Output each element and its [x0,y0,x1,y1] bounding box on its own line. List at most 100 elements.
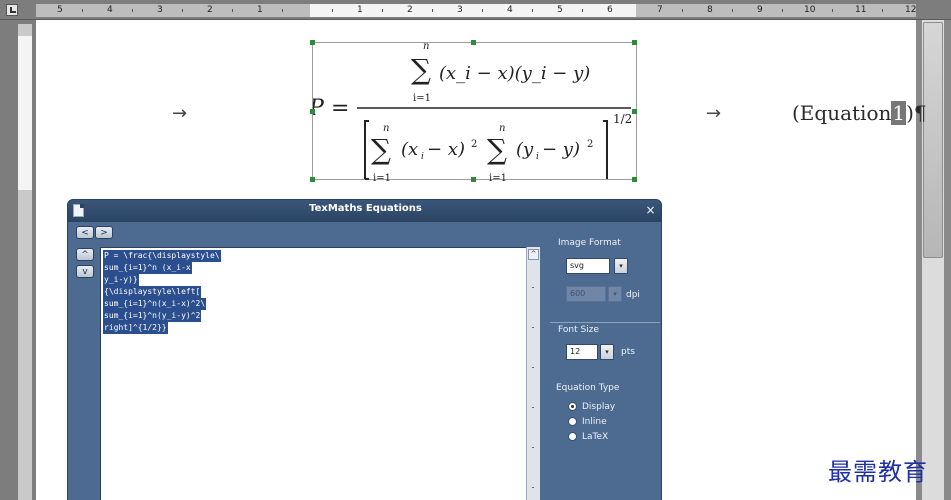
dpi-dropdown-icon: ▾ [608,286,622,302]
dialog-title: TexMaths Equations [309,203,422,214]
ruler-number: 4 [507,5,513,15]
radio-button[interactable] [568,417,577,426]
vertical-ruler-text-area [18,36,32,190]
writer-window: 5 4 3 2 1 1 2 3 4 5 6 7 8 9 10 11 12 → →… [0,0,951,500]
radio-latex[interactable]: LaTeX [568,431,658,443]
svg-text:− y): − y) [542,139,580,160]
group-separator [550,322,660,323]
equation-label-suffix: ) [906,101,914,125]
ruler-number: 10 [804,5,816,15]
ruler-number: 1 [357,5,363,15]
font-size-dropdown-icon[interactable]: ▾ [600,344,614,360]
ruler-tick [282,9,283,12]
ruler-number: 8 [707,5,713,15]
ruler-tick [132,9,133,12]
svg-text:∑: ∑ [371,133,391,166]
scroll-mark [532,447,534,448]
equation-number-field[interactable]: 1 [891,101,907,125]
resize-handle[interactable] [632,40,637,45]
history-down-button[interactable]: v [76,265,94,278]
options-panel: Image Format svg ▾ 600 ▾ dpi Font Size 1… [546,230,661,500]
dialog-titlebar[interactable]: TexMaths Equations × [68,200,661,222]
equation-number-label: (Equation1)¶ [792,101,927,125]
image-format-dropdown-icon[interactable]: ▾ [614,258,628,274]
tab-stop-selector-icon[interactable] [6,4,18,16]
ruler-number: 6 [607,5,613,15]
ruler-number: 7 [657,5,663,15]
radio-button[interactable] [568,432,577,441]
resize-handle[interactable] [310,40,315,45]
font-size-select[interactable]: 12 [566,344,598,360]
svg-text:=: = [331,96,349,121]
ruler-tick [682,9,683,12]
svg-text:2: 2 [471,139,477,150]
code-line: sum_{i=1}^n(x_i-x)^2\ [103,298,207,310]
svg-text:(x: (x [401,139,418,160]
ruler-tick [732,9,733,12]
texmaths-dialog: TexMaths Equations × < > ^ v P = \frac{\… [67,199,662,500]
history-up-button[interactable]: ^ [76,248,94,261]
scroll-mark [532,407,534,408]
radio-inline[interactable]: Inline [568,416,658,428]
ruler-number: 5 [57,5,63,15]
ruler-tick [432,9,433,12]
ruler-tick [232,9,233,12]
tab-arrow-left: → [172,103,188,124]
resize-handle[interactable] [632,109,637,114]
svg-text:2: 2 [587,139,593,150]
font-size-heading: Font Size [558,325,599,335]
code-line: P = \frac{\displaystyle\ [103,250,221,262]
upper-limit: n [423,43,429,52]
editor-scrollbar[interactable]: ^ [526,247,540,500]
image-format-select[interactable]: svg [566,258,610,274]
resize-handle[interactable] [310,109,315,114]
image-format-heading: Image Format [558,238,621,248]
dpi-select: 600 [566,286,606,302]
svg-text:i: i [421,152,424,162]
nav-back-button[interactable]: < [76,226,94,239]
resize-handle[interactable] [471,40,476,45]
svg-text:∑: ∑ [487,133,507,166]
ruler-tick [82,9,83,12]
radio-display[interactable]: Display [568,401,658,413]
dpi-unit: dpi [626,290,640,300]
equation-label-prefix: (Equation [792,101,892,125]
scroll-mark [532,367,534,368]
code-line: sum_{i=1}^n(y_i-y)^2 [103,310,202,322]
radio-label: Display [582,402,616,412]
watermark-text: 最需教育 [828,458,928,486]
radio-button[interactable] [568,402,577,411]
code-line: sum_{i=1}^n (x_i-x [103,262,192,274]
ruler-number: 9 [757,5,763,15]
ruler-number: 12 [905,5,917,15]
ruler-number: 3 [157,5,163,15]
nav-forward-button[interactable]: > [95,226,113,239]
ruler-tick [482,9,483,12]
ruler-number: 3 [457,5,463,15]
horizontal-ruler[interactable]: 5 4 3 2 1 1 2 3 4 5 6 7 8 9 10 11 12 [0,0,951,20]
radio-label: Inline [582,417,607,427]
resize-handle[interactable] [632,177,637,182]
close-button[interactable]: × [643,203,658,218]
pilcrow-mark: ¶ [913,101,927,125]
resize-handle[interactable] [310,177,315,182]
equation-type-heading: Equation Type [556,383,620,393]
numerator-terms: (x_i − x)(y_i − y) [439,63,590,84]
scroll-mark [532,287,534,288]
tab-arrow-right: → [706,103,722,124]
exponent: 1/2 [613,112,632,126]
scrollbar-thumb[interactable] [923,22,943,258]
resize-handle[interactable] [471,177,476,182]
ruler-number: 5 [557,5,563,15]
vertical-ruler[interactable] [0,20,36,500]
svg-text:i: i [536,152,539,162]
scroll-up-button[interactable]: ^ [528,249,539,260]
svg-text:i=1: i=1 [489,173,507,181]
ruler-tick [382,9,383,12]
latex-code-editor[interactable]: P = \frac{\displaystyle\ sum_{i=1}^n (x_… [100,247,540,500]
ruler-tick [582,9,583,12]
scroll-mark [532,487,534,488]
equation-object[interactable]: P = n ∑ i=1 (x_i − x)(y_i − y) 1/2 n ∑ i… [310,40,637,182]
ruler-number: 2 [407,5,413,15]
vertical-scrollbar[interactable] [916,20,951,500]
